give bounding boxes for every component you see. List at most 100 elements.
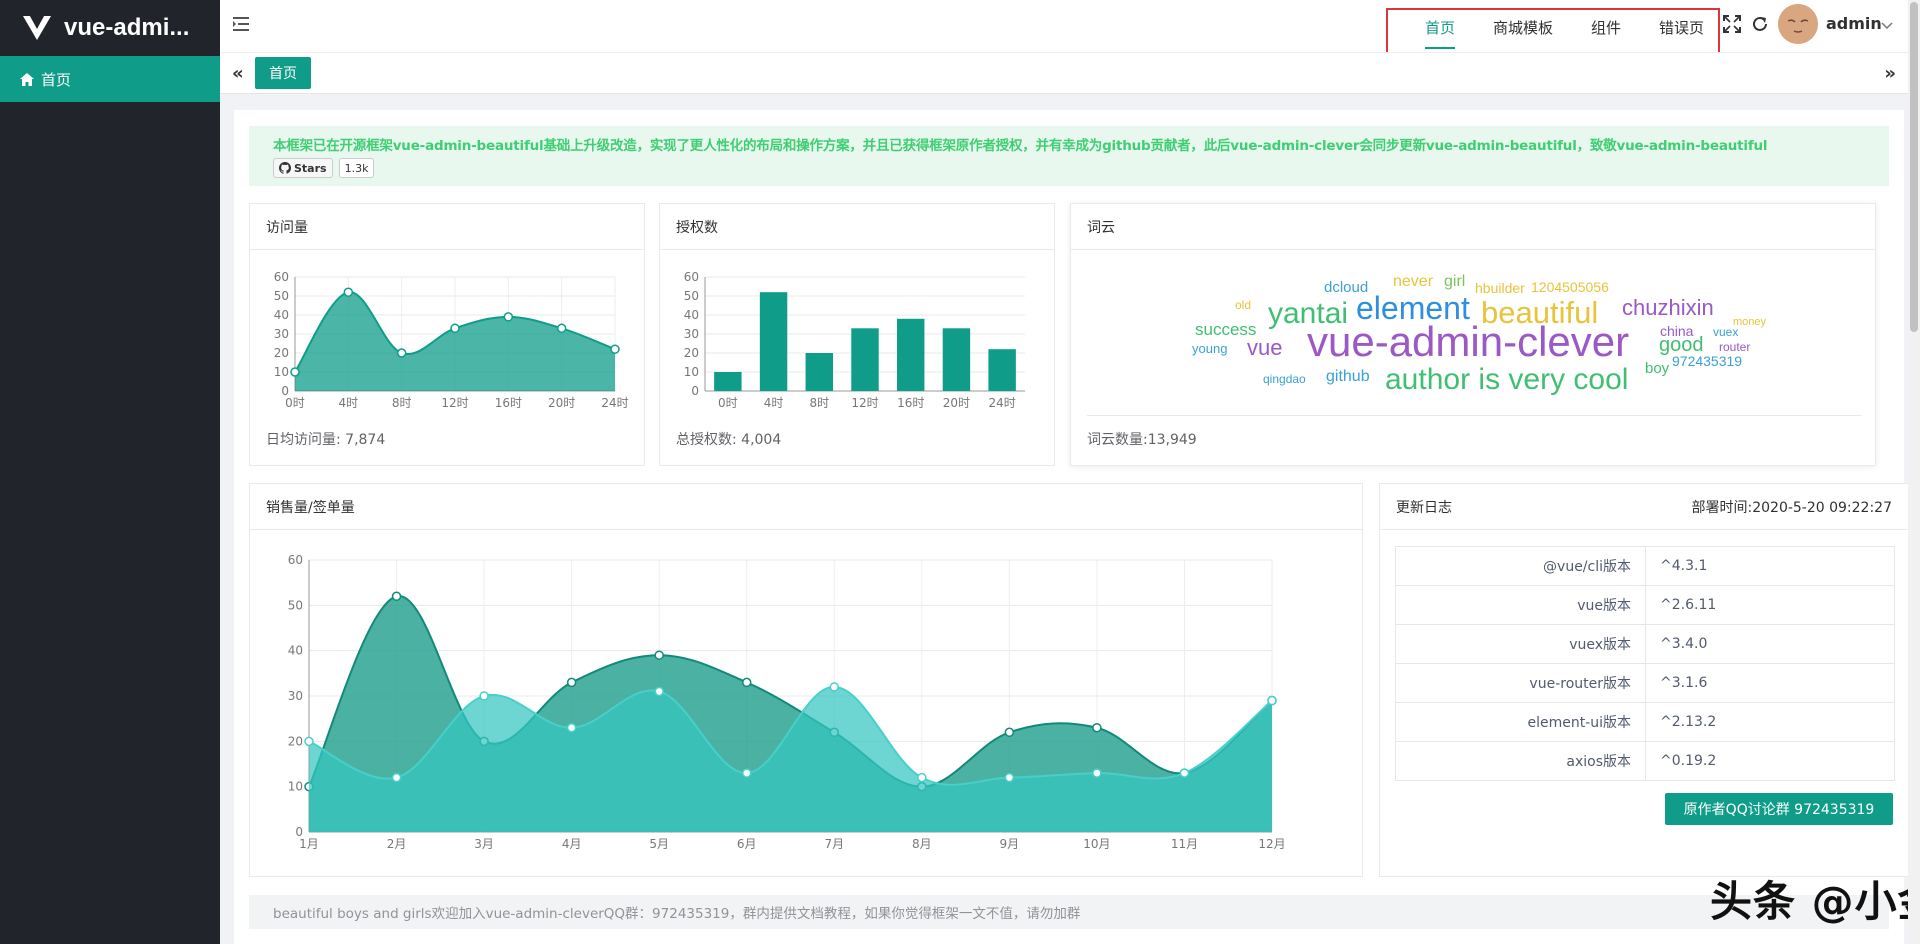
bar — [942, 328, 971, 391]
github-stars-widget: Stars 1.3k — [273, 158, 1865, 178]
data-point — [556, 323, 567, 334]
table-row: vuex版本 ^3.4.0 — [1395, 624, 1895, 664]
nav-components[interactable]: 组件 — [1572, 10, 1640, 54]
y-tick-label: 20 — [684, 346, 699, 360]
github-icon — [279, 162, 291, 174]
visits-card: 访问量 0 10 20 30 40 50 60 0时 4时 8时 12时 16时 20时 24时 日均访问… — [249, 203, 645, 466]
auth-card: 授权数 0 10 20 30 40 50 60 0时 4时 8时 12时 16时 20时 24时 总授权数… — [659, 203, 1055, 466]
version-key: element-ui版本 — [1395, 702, 1646, 742]
x-tick-label: 0时 — [285, 396, 305, 410]
y-tick-label: 10 — [684, 365, 699, 379]
sales-card-header: 销售量/签单量 — [250, 484, 1362, 530]
word-cloud-item: chuzhixin — [1622, 295, 1714, 320]
version-key: vue-router版本 — [1395, 663, 1646, 703]
refresh-icon[interactable] — [1750, 14, 1770, 34]
nav-home[interactable]: 首页 — [1406, 10, 1474, 54]
bottom-notice: beautiful boys and girls欢迎加入vue-admin-cl… — [249, 895, 1889, 929]
x-tick-label: 2月 — [387, 837, 407, 851]
version-key: axios版本 — [1395, 741, 1646, 781]
scrollbar-thumb[interactable] — [1910, 2, 1918, 332]
y-tick-label: 40 — [288, 644, 303, 658]
word-cloud-item: old — [1235, 298, 1252, 312]
table-row: element-ui版本 ^2.13.2 — [1395, 702, 1895, 742]
user-name[interactable]: admin — [1826, 14, 1882, 33]
data-point — [479, 691, 489, 701]
home-icon — [20, 72, 34, 86]
fullscreen-icon[interactable] — [1722, 14, 1742, 34]
changelog-title: 更新日志 — [1396, 499, 1452, 516]
sales-chart: 01020304050601月 2月 3月 4月 5月 6月 7月 8月 9月 10月 11月 12月 — [288, 553, 1286, 851]
word-cloud-item: boy — [1645, 360, 1670, 377]
sidebar-item-home[interactable]: 首页 — [0, 56, 220, 102]
y-tick-label: 50 — [274, 289, 289, 303]
tab-home[interactable]: 首页 — [255, 57, 311, 89]
page-scrollbar[interactable] — [1908, 0, 1920, 944]
nav-error-pages[interactable]: 错误页 — [1640, 10, 1723, 54]
logo-icon — [23, 15, 51, 40]
x-tick-label: 9月 — [1000, 837, 1020, 851]
version-table: @vue/cli版本 ^4.3.1 vue版本 ^2.6.11 vuex版本 ^3.4… — [1395, 546, 1895, 781]
x-tick-label: 10月 — [1083, 837, 1110, 851]
word-cloud-item: good — [1659, 334, 1704, 356]
dashboard-content: 本框架已在开源框架vue-admin-beautiful基础上升级改造，实现了更… — [234, 110, 1909, 944]
sales-card: 销售量/签单量 0 10 20 30 40 50 60 1月 2月 3月 4月 5月 6月 7月 8月 9月 1… — [249, 483, 1363, 877]
visits-footer: 日均访问量: 7,874 — [266, 432, 386, 448]
version-value: ^3.4.0 — [1645, 624, 1895, 664]
sales-card-title: 销售量/签单量 — [266, 499, 355, 516]
top-bar: 首页 商城模板 组件 错误页 admin — [220, 0, 1920, 56]
x-tick-label: 20时 — [548, 396, 575, 410]
word-cloud-item: hbuilder — [1475, 280, 1525, 296]
y-tick-label: 50 — [288, 598, 303, 612]
sidebar-logo[interactable]: vue-admi... — [0, 0, 220, 56]
x-tick-label: 4时 — [764, 396, 784, 410]
visits-card-header: 访问量 — [250, 204, 644, 250]
word-cloud-item: young — [1192, 341, 1228, 356]
word-cloud-item: github — [1326, 368, 1370, 385]
y-tick-label: 30 — [288, 689, 303, 703]
wordcloud-divider — [1087, 415, 1861, 416]
data-point — [503, 312, 514, 322]
word-cloud-item: 972435319 — [1672, 353, 1743, 369]
data-point — [1004, 772, 1015, 783]
chevron-down-icon[interactable] — [1880, 18, 1894, 32]
auth-chart: 0 10 20 30 40 50 60 0时 4时 8时 12时 16时 20时 24时 — [684, 270, 1025, 410]
x-tick-label: 4月 — [562, 837, 582, 851]
tabs-scroll-right-icon[interactable]: » — [1884, 63, 1896, 84]
visits-card-title: 访问量 — [266, 219, 308, 236]
deploy-time: 部署时间:2020-5-20 09:22:27 — [1691, 499, 1893, 516]
bar — [988, 349, 1016, 391]
auth-footer: 总授权数: 4,004 — [676, 432, 782, 448]
bar — [759, 292, 788, 391]
bar — [851, 328, 879, 391]
github-stars-count[interactable]: 1.3k — [338, 158, 375, 178]
y-tick-label: 50 — [684, 289, 699, 303]
x-tick-label: 24时 — [989, 396, 1016, 410]
data-point — [741, 768, 752, 778]
nav-mall-template[interactable]: 商城模板 — [1474, 10, 1572, 54]
wordcloud-card: 词云 dcloud never girl hbuilder 1204505056… — [1070, 203, 1876, 466]
notice-text: 本框架已在开源框架vue-admin-beautiful基础上升级改造，实现了更… — [273, 138, 1768, 154]
data-point — [829, 682, 840, 692]
word-cloud-item: vue — [1247, 335, 1283, 360]
data-point — [654, 650, 664, 660]
user-avatar[interactable] — [1778, 4, 1818, 44]
app-root: vue-admi... 首页 首页 商城模板 组件 错误页 admin « 首页… — [0, 0, 1920, 944]
y-tick-label: 40 — [274, 308, 289, 322]
data-point — [290, 367, 300, 377]
data-point — [1092, 768, 1102, 778]
tabs-scroll-left-icon[interactable]: « — [232, 63, 244, 84]
word-cloud-item: girl — [1444, 273, 1466, 290]
watermark: 头条 @小金说前端 — [1710, 877, 1920, 926]
menu-fold-icon[interactable] — [232, 15, 250, 33]
data-point — [741, 677, 752, 688]
github-stars-button[interactable]: Stars — [273, 158, 333, 178]
word-cloud-item: vuex — [1713, 325, 1739, 339]
y-tick-label: 10 — [274, 365, 289, 379]
word-cloud-item: author is very cool — [1385, 363, 1629, 396]
qq-group-button[interactable]: 原作者QQ讨论群 972435319 — [1665, 793, 1893, 825]
y-tick-label: 10 — [288, 780, 303, 794]
word-cloud-item: router — [1719, 340, 1751, 354]
table-row: vue版本 ^2.6.11 — [1395, 585, 1895, 625]
visits-chart: 01020304050600时 4时 8时 12时 16时 20时 24时 — [274, 270, 629, 410]
main-area: 首页 商城模板 组件 错误页 admin « 首页 » 本框架已在开源框架vue… — [220, 0, 1920, 944]
